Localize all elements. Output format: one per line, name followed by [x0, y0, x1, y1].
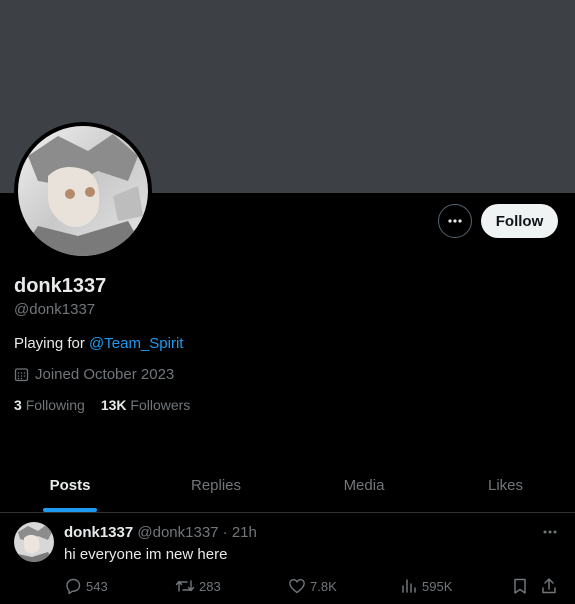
tab-posts[interactable]: Posts: [0, 462, 140, 512]
bio-mention-link[interactable]: @Team_Spirit: [89, 335, 183, 352]
joined-date: Joined October 2023: [14, 366, 174, 383]
followers-link[interactable]: 13K Followers: [101, 397, 190, 413]
avatar-image: [18, 126, 148, 256]
post-author-name[interactable]: donk1337: [64, 524, 133, 541]
following-label: Following: [25, 397, 85, 413]
reply-button[interactable]: 543: [64, 577, 108, 595]
reply-icon: [64, 577, 82, 595]
profile-display-name: donk1337: [14, 275, 107, 297]
following-link[interactable]: 3 Following: [14, 397, 85, 413]
more-icon: [448, 219, 462, 223]
tab-media[interactable]: Media: [292, 462, 436, 512]
repost-button[interactable]: 283: [175, 577, 221, 595]
reply-count: 543: [86, 578, 108, 594]
share-icon: [540, 577, 558, 595]
views-count: 595K: [422, 578, 453, 594]
following-count: 3: [14, 397, 22, 413]
calendar-icon: [14, 367, 29, 382]
post-avatar-image: [14, 522, 54, 562]
tab-replies[interactable]: Replies: [140, 462, 292, 512]
share-button[interactable]: [540, 577, 558, 595]
post-more-button[interactable]: [540, 524, 560, 540]
tab-likes[interactable]: Likes: [436, 462, 575, 512]
views-icon: [400, 577, 418, 595]
post-header: donk1337 @donk1337 · 21h: [64, 524, 257, 541]
profile-bio: Playing for @Team_Spirit: [14, 335, 183, 352]
repost-count: 283: [199, 578, 221, 594]
repost-icon: [175, 577, 195, 595]
post-author-handle[interactable]: @donk1337: [137, 524, 218, 541]
bio-text: Playing for: [14, 335, 90, 352]
bookmark-icon: [511, 577, 529, 595]
like-icon: [288, 577, 306, 595]
more-options-button[interactable]: [438, 204, 472, 238]
followers-label: Followers: [130, 397, 191, 413]
profile-tabs: Posts Replies Media Likes: [0, 462, 575, 513]
follow-button[interactable]: Follow: [481, 204, 558, 238]
post-time[interactable]: 21h: [232, 524, 257, 541]
bookmark-button[interactable]: [511, 577, 529, 595]
joined-text: Joined October 2023: [35, 366, 175, 383]
like-button[interactable]: 7.8K: [288, 577, 337, 595]
post-separator: ·: [222, 524, 228, 541]
post-text: hi everyone im new here: [64, 546, 228, 563]
followers-count: 13K: [100, 397, 127, 413]
views-button[interactable]: 595K: [400, 577, 452, 595]
like-count: 7.8K: [310, 578, 337, 594]
profile-avatar[interactable]: [14, 122, 152, 260]
profile-handle: @donk1337: [14, 301, 96, 318]
post-avatar[interactable]: [14, 522, 54, 562]
more-icon: [543, 530, 557, 534]
follow-stats: 3 Following 13K Followers: [14, 397, 190, 413]
